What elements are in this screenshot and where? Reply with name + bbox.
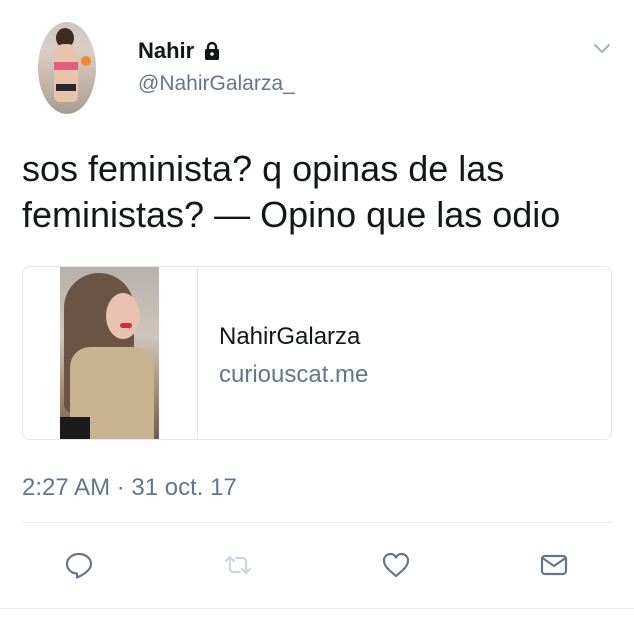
retweet-button[interactable] — [221, 548, 255, 582]
divider — [22, 522, 612, 523]
user-name[interactable]: Nahir — [138, 38, 222, 64]
tweet-text: sos feminista? q opinas de las feminista… — [22, 148, 561, 235]
tweet-timestamp[interactable]: 2:27 AM · 31 oct. 17 — [22, 474, 237, 502]
like-button[interactable] — [379, 548, 413, 582]
retweet-icon — [224, 555, 252, 575]
card-image — [60, 267, 159, 439]
avatar[interactable] — [38, 22, 96, 114]
lock-icon — [202, 41, 222, 61]
bottom-divider — [0, 608, 634, 609]
card-title: NahirGalarza — [219, 323, 361, 350]
reply-icon — [65, 552, 93, 579]
direct-message-icon — [540, 554, 568, 576]
reply-button[interactable] — [62, 548, 96, 582]
user-name-text: Nahir — [138, 38, 195, 63]
link-card[interactable]: NahirGalarza curiouscat.me — [22, 266, 612, 440]
direct-message-button[interactable] — [537, 548, 571, 582]
user-handle[interactable]: @NahirGalarza_ — [138, 72, 295, 96]
like-icon — [382, 552, 410, 578]
card-divider — [197, 267, 198, 439]
card-domain: curiouscat.me — [219, 361, 369, 388]
chevron-down-icon[interactable] — [590, 36, 614, 60]
